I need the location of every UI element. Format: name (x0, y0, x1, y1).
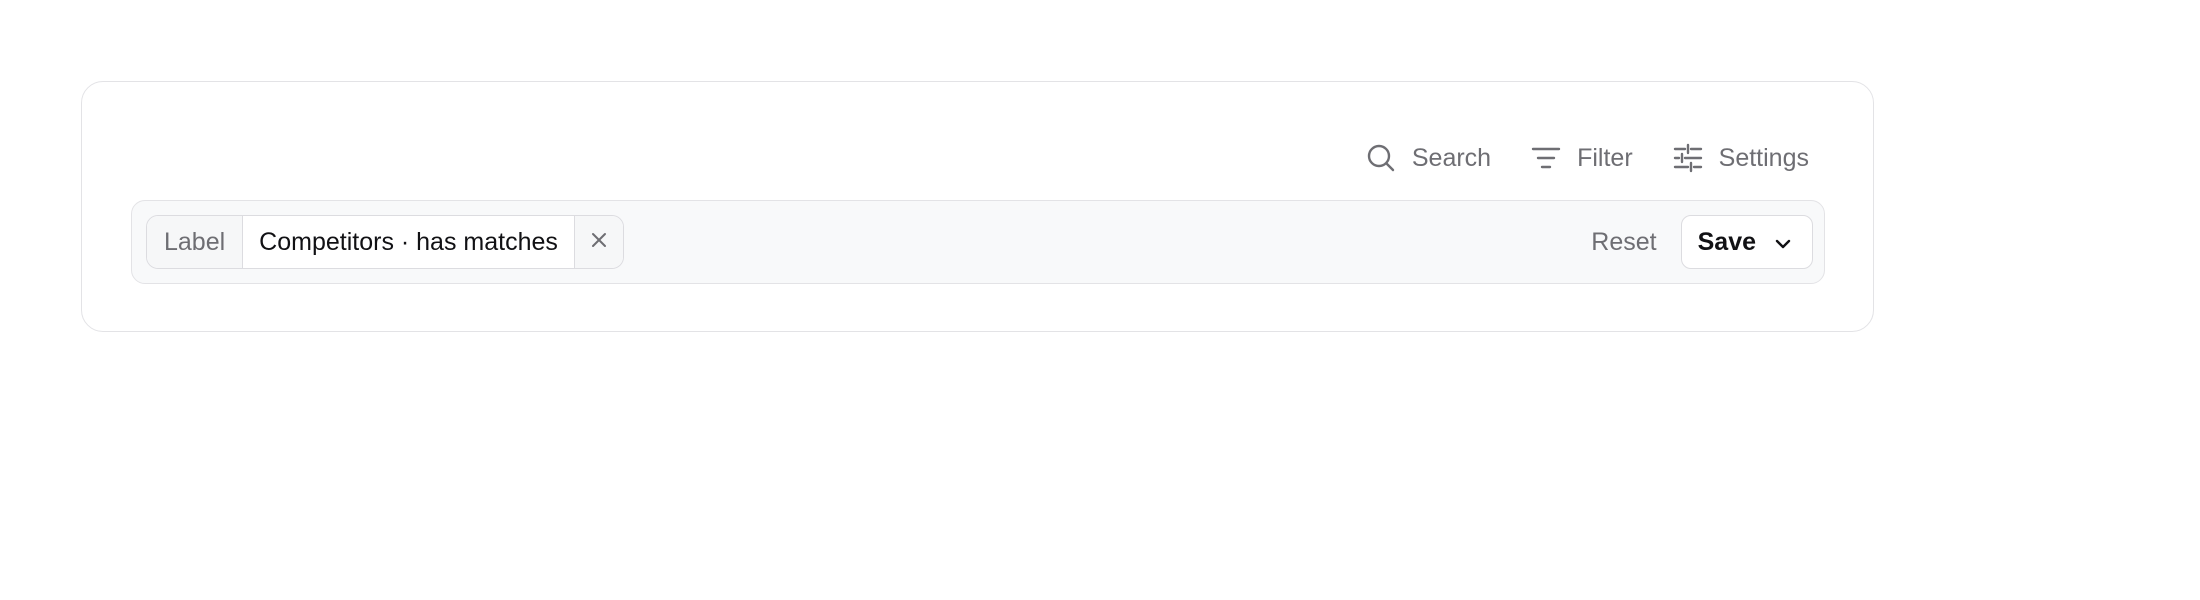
filter-chip-label: Label (147, 216, 244, 268)
remove-filter-button[interactable] (574, 216, 623, 268)
close-icon (591, 232, 607, 253)
toolbar: Search Filter Settings (1366, 132, 1809, 184)
filter-label: Filter (1577, 143, 1633, 172)
search-button[interactable]: Search (1366, 143, 1491, 173)
settings-label: Settings (1718, 143, 1809, 172)
filter-icon (1531, 143, 1561, 173)
filter-chip-value[interactable]: Competitors · has matches (243, 216, 575, 268)
reset-button[interactable]: Reset (1591, 228, 1656, 257)
filter-chip[interactable]: Label Competitors · has matches (146, 215, 624, 269)
save-button[interactable]: Save (1680, 215, 1813, 269)
sliders-icon (1673, 143, 1703, 173)
search-icon (1366, 143, 1396, 173)
filter-button[interactable]: Filter (1531, 143, 1633, 173)
active-filters-bar: Label Competitors · has matches Reset Sa… (131, 200, 1825, 284)
filter-actions: Reset Save (1591, 215, 1813, 269)
chevron-down-icon (1774, 228, 1792, 257)
search-label: Search (1411, 143, 1492, 172)
save-label: Save (1697, 227, 1756, 256)
settings-button[interactable]: Settings (1673, 143, 1809, 173)
filter-card: Search Filter Settings Label Competitors… (81, 81, 1874, 332)
